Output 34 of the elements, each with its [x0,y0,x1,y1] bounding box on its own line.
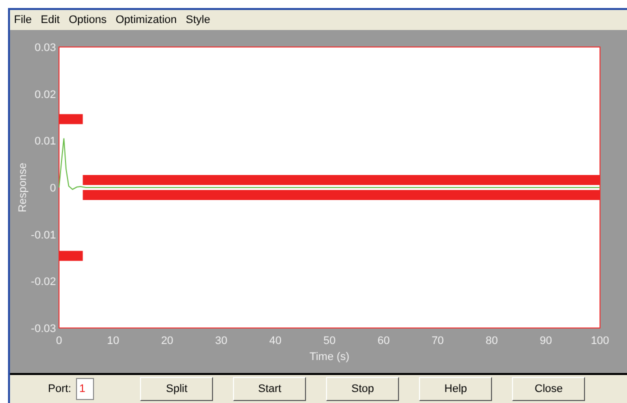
port-field[interactable]: 1 [76,378,94,400]
x-tick-label: 20 [161,335,174,347]
constraint-bound[interactable] [56,250,86,261]
menu-item[interactable]: Style [186,12,210,28]
x-tick-label: 40 [269,335,282,347]
y-tick-label: 0 [50,182,56,194]
x-tick-label: 50 [323,335,336,347]
x-tick-label: 100 [590,335,610,347]
x-tick-label: 90 [540,335,552,347]
x-tick-label: 80 [486,335,498,347]
constraint-bound[interactable] [56,114,86,124]
y-tick-label: -0.03 [30,323,56,335]
x-tick-label: 30 [215,335,228,347]
y-tick-label: 0.03 [34,42,56,54]
action-button[interactable]: Stop [326,377,400,401]
y-axis-label: Response [17,162,29,212]
menu-item[interactable]: File [14,12,32,28]
menu-item[interactable]: Edit [40,12,60,28]
y-tick-label: 0.01 [34,136,56,148]
action-button[interactable]: Split [140,377,214,401]
x-tick-label: 0 [56,335,62,347]
action-button[interactable]: Help [419,377,492,401]
x-axis-label: Time (s) [310,351,350,363]
x-tick-label: 70 [432,335,444,347]
y-tick-label: 0.02 [34,88,56,101]
y-tick-label: -0.01 [30,229,56,242]
x-tick-label: 10 [106,335,120,347]
y-tick-label: -0.02 [30,276,56,288]
action-button[interactable]: Start [233,377,306,401]
menu-item[interactable]: Optimization [116,12,177,28]
port-label: Port: [48,382,72,397]
x-tick-label: 60 [377,335,390,347]
action-button[interactable]: Close [512,377,586,401]
menu-item[interactable]: Options [68,12,107,28]
